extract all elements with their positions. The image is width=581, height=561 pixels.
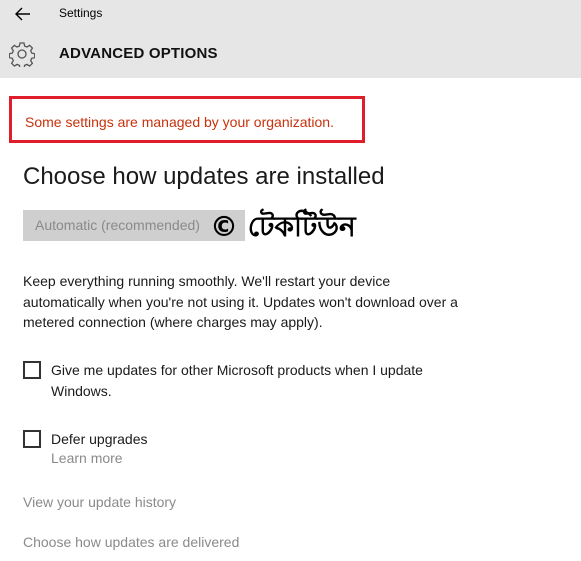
managed-notice-text: Some settings are managed by your organi… [25,114,334,130]
update-delivery-link[interactable]: Choose how updates are delivered [23,534,239,550]
update-history-link[interactable]: View your update history [23,494,176,510]
page-title: ADVANCED OPTIONS [59,45,218,62]
managed-notice-highlight: Some settings are managed by your organi… [9,96,365,143]
microsoft-products-label: Give me updates for other Microsoft prod… [51,362,423,399]
window-title: Settings [59,6,103,20]
microsoft-products-option: Give me updates for other Microsoft prod… [23,360,471,401]
updates-heading: Choose how updates are installed [23,163,385,190]
gear-icon [9,42,35,67]
watermark: © টেকটিউন [210,210,356,243]
defer-upgrades-label: Defer upgrades [51,431,148,447]
learn-more-link[interactable]: Learn more [51,450,123,466]
microsoft-products-checkbox[interactable] [23,361,41,379]
updates-description: Keep everything running smoothly. We'll … [23,273,458,330]
back-arrow-icon [15,7,30,21]
defer-upgrades-option: Defer upgrades [23,429,471,450]
defer-upgrades-checkbox[interactable] [23,430,41,448]
header-bar: Settings ADVANCED OPTIONS [0,0,581,78]
back-button[interactable] [8,2,38,26]
